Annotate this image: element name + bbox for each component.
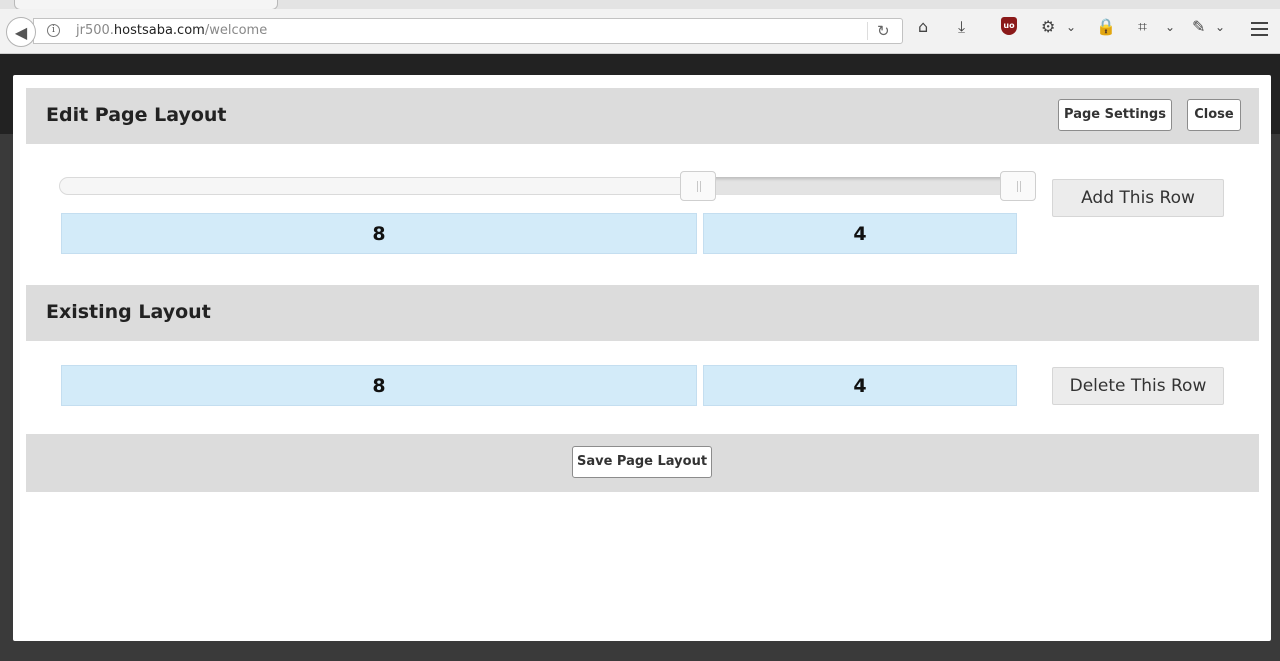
tab-strip bbox=[0, 0, 1280, 10]
url-prefix: jr500. bbox=[76, 23, 114, 38]
crop-icon[interactable]: ⌗ bbox=[1138, 19, 1147, 35]
url-host: hostsaba.com bbox=[113, 23, 205, 38]
chevron-down-icon[interactable]: ⌄ bbox=[1215, 19, 1225, 35]
gear-icon[interactable]: ⚙ bbox=[1041, 19, 1055, 35]
extension-icon[interactable]: ✎ bbox=[1192, 19, 1205, 35]
hamburger-menu-icon[interactable] bbox=[1251, 22, 1268, 40]
existing-layout-header: Existing Layout bbox=[26, 285, 1259, 341]
close-button[interactable]: Close bbox=[1187, 99, 1241, 131]
download-icon[interactable]: ⤓ bbox=[958, 19, 965, 35]
slider-handle-left[interactable] bbox=[680, 171, 716, 201]
lock-icon[interactable]: 🔒 bbox=[1096, 19, 1116, 35]
home-icon[interactable]: ⌂ bbox=[918, 19, 928, 35]
chevron-down-icon[interactable]: ⌄ bbox=[1165, 19, 1175, 35]
back-button[interactable]: ◀ bbox=[6, 17, 36, 47]
existing-layout-title: Existing Layout bbox=[46, 301, 211, 323]
new-row-column-2: 4 bbox=[703, 213, 1017, 254]
url-text[interactable]: jr500.hostsaba.com/welcome bbox=[76, 23, 267, 38]
existing-row-column-1: 8 bbox=[61, 365, 697, 406]
edit-layout-title: Edit Page Layout bbox=[46, 104, 227, 126]
new-row-column-1: 8 bbox=[61, 213, 697, 254]
edit-layout-header: Edit Page Layout Page Settings Close bbox=[26, 88, 1259, 144]
url-path: /welcome bbox=[204, 23, 268, 38]
slider-handle-right[interactable] bbox=[1000, 171, 1036, 201]
save-layout-button[interactable]: Save Page Layout bbox=[572, 446, 712, 478]
save-bar: Save Page Layout bbox=[26, 434, 1259, 492]
urlbar-divider bbox=[867, 22, 868, 40]
ublock-icon[interactable]: uo bbox=[1001, 17, 1017, 35]
back-arrow-icon: ◀ bbox=[14, 22, 28, 42]
column-slider-range bbox=[698, 177, 1018, 195]
reload-icon[interactable]: ↻ bbox=[877, 22, 890, 40]
address-bar[interactable]: i jr500.hostsaba.com/welcome ↻ bbox=[33, 18, 903, 44]
site-info-icon[interactable]: i bbox=[47, 24, 60, 37]
page-settings-button[interactable]: Page Settings bbox=[1058, 99, 1172, 131]
add-row-button[interactable]: Add This Row bbox=[1052, 179, 1224, 217]
browser-toolbar: i jr500.hostsaba.com/welcome ↻ ◀ bbox=[0, 9, 1280, 54]
delete-row-button[interactable]: Delete This Row bbox=[1052, 367, 1224, 405]
existing-row-column-2: 4 bbox=[703, 365, 1017, 406]
edit-layout-modal: Edit Page Layout Page Settings Close Add… bbox=[13, 75, 1271, 641]
chevron-down-icon[interactable]: ⌄ bbox=[1066, 19, 1076, 35]
